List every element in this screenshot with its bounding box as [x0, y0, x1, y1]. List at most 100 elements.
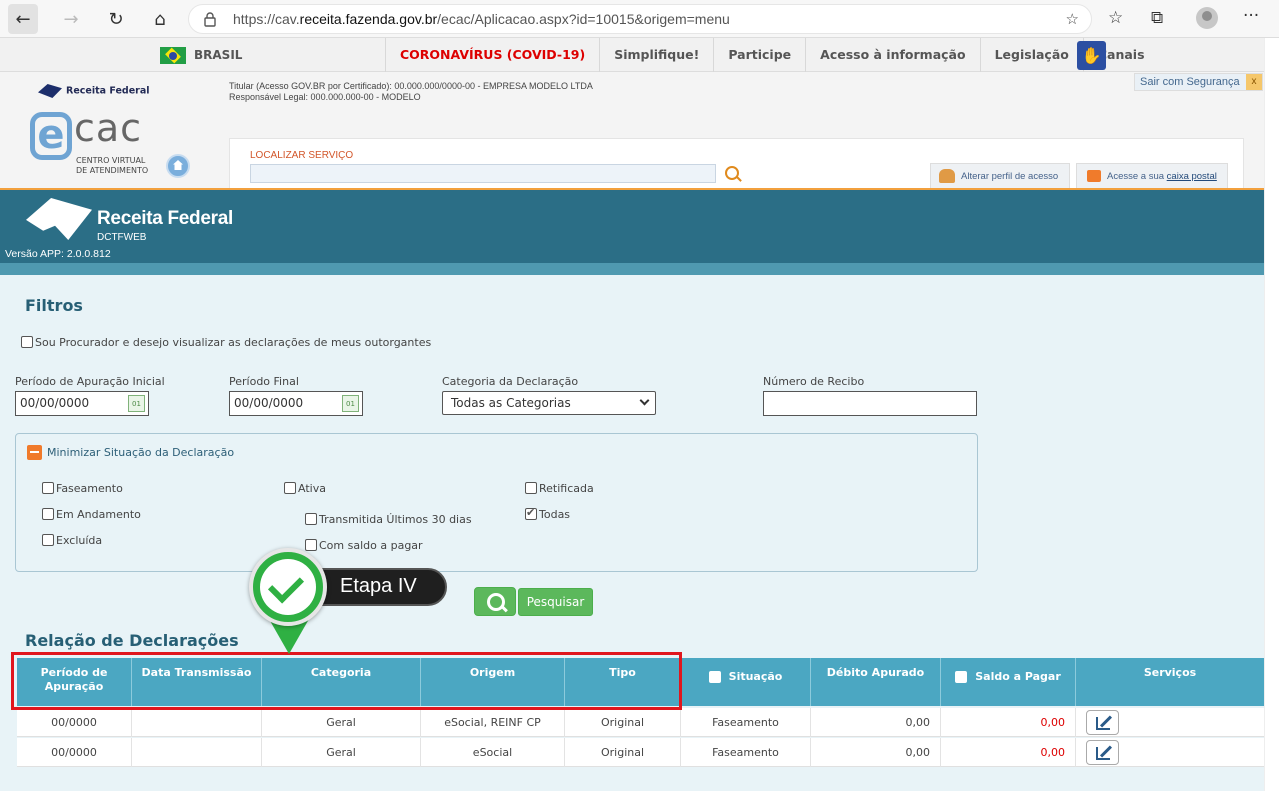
categoria-select[interactable]: Todas as Categorias — [442, 391, 656, 415]
gov-link-participe[interactable]: Participe — [713, 38, 805, 72]
table-row: 00/0000 Geral eSocial, REINF CP Original… — [17, 708, 1264, 737]
search-icon[interactable] — [725, 166, 739, 180]
pencil-icon — [1096, 717, 1110, 730]
situacao-panel: Minimizar Situação da Declaração Faseame… — [15, 433, 978, 572]
edit-button[interactable] — [1086, 710, 1119, 735]
periodo-inicial-input[interactable]: 00/00/0000 01 — [15, 391, 149, 416]
com-saldo-checkbox-row[interactable]: Com saldo a pagar — [305, 538, 423, 552]
app-version: Versão APP: 2.0.0.812 — [5, 248, 111, 260]
retificada-checkbox[interactable] — [525, 482, 537, 494]
receita-logo-small[interactable]: Receita Federal — [38, 84, 150, 98]
calendar-icon[interactable]: 01 — [342, 395, 359, 412]
gov-link-legislacao[interactable]: Legislação — [979, 38, 1083, 72]
th-debito[interactable]: Débito Apurado — [811, 658, 941, 706]
cell-debito: 0,00 — [811, 708, 941, 737]
reload-button[interactable]: ↻ — [101, 4, 131, 34]
address-bar[interactable]: https://cav.receita.fazenda.gov.br/ecac/… — [188, 4, 1092, 34]
transmitida-checkbox[interactable] — [305, 513, 317, 525]
faseamento-checkbox[interactable] — [42, 482, 54, 494]
titular-info: Titular (Acesso GOV.BR por Certificado):… — [229, 81, 593, 103]
search-label: LOCALIZAR SERVIÇO — [250, 150, 354, 161]
ativa-checkbox[interactable] — [284, 482, 296, 494]
procurador-checkbox[interactable] — [21, 336, 33, 348]
url-text: https://cav.receita.fazenda.gov.br/ecac/… — [233, 11, 730, 27]
favorites-icon[interactable]: ☆ — [1108, 8, 1123, 28]
cell-tipo: Original — [565, 708, 681, 737]
filtros-title: Filtros — [25, 296, 83, 315]
periodo-final-label: Período Final — [229, 375, 299, 388]
close-icon: x — [1246, 74, 1262, 90]
em-andamento-checkbox[interactable] — [42, 508, 54, 520]
ecac-logo[interactable]: e cac CENTRO VIRTUAL DE ATENDIMENTO — [30, 106, 170, 182]
caixa-postal-button[interactable]: Acesse a sua caixa postal — [1076, 163, 1228, 190]
search-panel: LOCALIZAR SERVIÇO Alterar perfil de aces… — [229, 138, 1244, 190]
main-content: Filtros Sou Procurador e desejo visualiz… — [0, 275, 1264, 791]
cell-categoria: Geral — [262, 738, 421, 767]
collections-icon[interactable]: ⧉ — [1151, 8, 1163, 28]
calendar-icon[interactable]: 01 — [128, 395, 145, 412]
home-button[interactable]: ⌂ — [145, 4, 175, 34]
pesquisar-button[interactable]: Pesquisar — [518, 588, 593, 616]
relacao-title: Relação de Declarações — [25, 631, 239, 650]
procurador-checkbox-row[interactable]: Sou Procurador e desejo visualizar as de… — [21, 335, 431, 349]
th-saldo[interactable]: Saldo a Pagar — [941, 658, 1076, 706]
browser-toolbar: ← → ↻ ⌂ https://cav.receita.fazenda.gov.… — [0, 0, 1279, 38]
users-icon — [939, 169, 955, 183]
cell-saldo: 0,00 — [941, 708, 1076, 737]
situacao-header-checkbox[interactable] — [708, 671, 721, 683]
cell-categoria: Geral — [262, 708, 421, 737]
responsavel-text: Responsável Legal: 000.000.000-00 - MODE… — [229, 92, 421, 102]
minimizar-situacao-link[interactable]: Minimizar Situação da Declaração — [47, 446, 234, 459]
cell-servicos — [1076, 738, 1264, 767]
recibo-input[interactable] — [763, 391, 977, 416]
gov-links: CORONAVÍRUS (COVID-19) Simplifique! Part… — [385, 38, 1159, 72]
gov-brasil-link[interactable]: BRASIL — [194, 48, 242, 62]
table-row: 00/0000 Geral eSocial Original Faseament… — [17, 738, 1264, 767]
banner-subtitle: DCTFWEB — [97, 232, 147, 243]
periodo-final-input[interactable]: 00/00/0000 01 — [229, 391, 363, 416]
saldo-header-checkbox[interactable] — [955, 671, 968, 683]
excluida-checkbox-row[interactable]: Excluída — [42, 533, 102, 547]
accessibility-hand-icon[interactable]: ✋ — [1077, 41, 1106, 70]
banner-strip — [0, 263, 1264, 275]
com-saldo-checkbox[interactable] — [305, 539, 317, 551]
alterar-perfil-button[interactable]: Alterar perfil de acesso — [930, 163, 1070, 190]
retificada-checkbox-row[interactable]: Retificada — [525, 481, 594, 495]
etapa-label: Etapa IV — [340, 575, 417, 597]
receita-logo-icon — [26, 198, 92, 240]
th-situacao[interactable]: Situação — [681, 658, 811, 706]
gov-link-acesso-informacao[interactable]: Acesso à informação — [805, 38, 979, 72]
excluida-checkbox[interactable] — [42, 534, 54, 546]
lock-icon — [204, 12, 216, 27]
scrollbar[interactable] — [1264, 38, 1279, 791]
minus-icon[interactable] — [27, 445, 42, 460]
cell-data — [132, 708, 262, 737]
em-andamento-checkbox-row[interactable]: Em Andamento — [42, 507, 141, 521]
gov-link-covid[interactable]: CORONAVÍRUS (COVID-19) — [385, 38, 599, 72]
cell-data — [132, 738, 262, 767]
more-icon[interactable]: ··· — [1243, 6, 1259, 26]
categoria-label: Categoria da Declaração — [442, 375, 579, 388]
todas-checkbox[interactable] — [525, 506, 537, 520]
periodo-inicial-label: Período de Apuração Inicial — [15, 375, 165, 388]
faseamento-checkbox-row[interactable]: Faseamento — [42, 481, 123, 495]
gov-link-simplifique[interactable]: Simplifique! — [599, 38, 713, 72]
add-favorite-icon[interactable]: ☆ — [1066, 10, 1079, 28]
cell-tipo: Original — [565, 738, 681, 767]
profile-avatar[interactable] — [1196, 7, 1218, 29]
cell-origem: eSocial — [421, 738, 565, 767]
forward-button[interactable]: → — [56, 4, 86, 34]
back-button[interactable]: ← — [8, 4, 38, 34]
todas-checkbox-row[interactable]: Todas — [525, 506, 570, 521]
sair-seguranca-button[interactable]: Sair com Segurança x — [1134, 73, 1263, 91]
ecac-home-icon[interactable] — [166, 154, 190, 178]
cell-situacao: Faseamento — [681, 738, 811, 767]
cell-debito: 0,00 — [811, 738, 941, 767]
edit-button[interactable] — [1086, 740, 1119, 765]
cell-periodo: 00/0000 — [17, 708, 132, 737]
dctfweb-banner: Receita Federal DCTFWEB Versão APP: 2.0.… — [0, 190, 1264, 263]
ativa-checkbox-row[interactable]: Ativa — [284, 481, 326, 495]
search-icon-button[interactable] — [474, 587, 516, 616]
transmitida-checkbox-row[interactable]: Transmitida Últimos 30 dias — [305, 512, 472, 526]
search-input[interactable] — [250, 164, 716, 183]
